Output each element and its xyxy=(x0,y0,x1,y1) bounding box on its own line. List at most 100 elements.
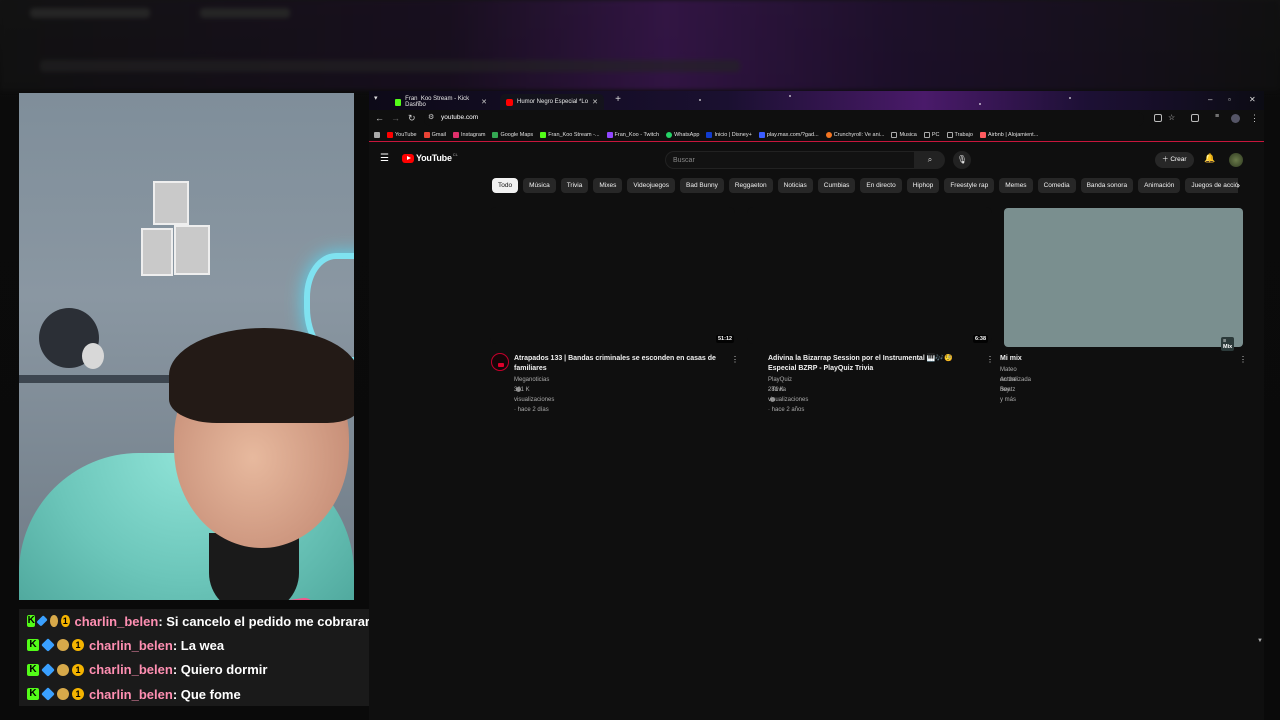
bookmark-instagram[interactable]: Instagram xyxy=(453,131,485,138)
close-window-icon[interactable]: ✕ xyxy=(1249,95,1256,104)
bookmark-twitch[interactable]: Fran_Koo - Twitch xyxy=(606,131,659,138)
gmail-icon xyxy=(423,131,430,138)
maximize-icon[interactable]: ▫ xyxy=(1228,95,1231,104)
scroll-down-icon[interactable]: ▼ xyxy=(1257,638,1263,644)
more-options-icon[interactable]: ⋮ xyxy=(731,355,739,364)
tab-kick-dashboard[interactable]: Fran_Koo Stream - Kick Dashbo ✕ xyxy=(389,94,493,110)
folder-trabajo[interactable]: Trabajo xyxy=(946,131,973,138)
figure-box xyxy=(174,225,210,275)
kick-badge-icon: K xyxy=(27,688,39,701)
account-avatar[interactable] xyxy=(1229,153,1243,167)
more-options-icon[interactable]: ⋮ xyxy=(986,355,994,364)
bookmark-airbnb[interactable]: Airbnb | Alojamient... xyxy=(979,131,1038,138)
video-title[interactable]: Adivina la Bizarrap Session por el Instr… xyxy=(768,354,963,373)
search-box xyxy=(665,151,915,169)
video-title[interactable]: Atrapados 133 | Bandas criminales se esc… xyxy=(514,354,724,373)
bookmark-star-icon[interactable]: ☆ xyxy=(1168,113,1175,122)
chip[interactable]: En directo xyxy=(860,178,902,193)
chevron-right-icon[interactable]: › xyxy=(1237,180,1240,190)
coin-badge-icon: 1 xyxy=(61,615,70,628)
mix-thumbnail[interactable] xyxy=(1004,208,1243,347)
notifications-bell-icon[interactable]: 🔔 xyxy=(1204,153,1215,164)
video-thumbnail[interactable] xyxy=(747,207,992,344)
video-title[interactable]: Mi mix xyxy=(1000,354,1220,364)
folder-musica[interactable]: Musica xyxy=(891,131,917,138)
tab-groups-icon[interactable]: ≡ xyxy=(1215,113,1219,120)
new-tab-button[interactable]: + xyxy=(612,94,624,105)
bookmark-kick-stream[interactable]: Fran_Koo Stream -... xyxy=(540,131,600,138)
site-info-icon[interactable]: ⚙ xyxy=(428,113,434,121)
chip[interactable]: Reggaeton xyxy=(728,178,773,193)
folder-icon xyxy=(923,131,930,138)
bookmark-google-maps[interactable]: Google Maps xyxy=(492,131,533,138)
mix-badge: ≡ Mix xyxy=(1221,337,1235,351)
maps-icon xyxy=(492,131,499,138)
address-bar[interactable]: ⚙ youtube.com xyxy=(424,112,1144,126)
profile-avatar[interactable] xyxy=(1231,114,1240,123)
chat-username: charlin_belen xyxy=(89,686,173,702)
airbnb-icon xyxy=(979,131,986,138)
forward-icon[interactable]: → xyxy=(391,113,400,123)
chip[interactable]: Mixes xyxy=(593,178,623,193)
chip[interactable]: Noticias xyxy=(777,178,813,193)
browser-window: ▾ Fran_Koo Stream - Kick Dashbo ✕ Humor … xyxy=(369,91,1264,720)
chip[interactable]: Bad Bunny xyxy=(680,178,724,193)
tab-search-icon[interactable]: ▾ xyxy=(374,94,378,102)
browser-toolbar: ← → ↻ ⚙ youtube.com ☆ ≡ ⋮ xyxy=(369,110,1264,128)
chat-message: K 1 charlin_belen : La wea xyxy=(19,633,370,658)
chip[interactable]: Animación xyxy=(1138,178,1181,193)
bookmark-max[interactable]: play.max.com/?gad... xyxy=(758,131,819,138)
video-stats: 301 K visualizaciones · hace 2 días xyxy=(514,387,555,413)
search-icon[interactable]: ⌕ xyxy=(915,151,945,169)
more-options-icon[interactable]: ⋮ xyxy=(1239,355,1247,364)
bookmark-youtube[interactable]: YouTube xyxy=(387,131,417,138)
close-tab-icon[interactable]: ✕ xyxy=(592,98,598,106)
gift-badge-icon xyxy=(57,639,69,652)
chat-text: : Si cancelo el pedido me cobrarar xyxy=(158,613,370,629)
chip[interactable]: Comedia xyxy=(1037,178,1076,193)
chip[interactable]: Hiphop xyxy=(906,178,940,193)
chip[interactable]: Música xyxy=(523,178,556,193)
chip[interactable]: Memes xyxy=(999,178,1033,193)
stream-canvas: K 1 charlin_belen : Si cancelo el pedido… xyxy=(0,0,1280,720)
channel-avatar[interactable] xyxy=(491,353,509,371)
extensions-icon[interactable] xyxy=(1191,114,1199,122)
back-icon[interactable]: ← xyxy=(375,113,384,123)
chip[interactable]: Freestyle rap xyxy=(944,178,995,193)
microphone-icon[interactable]: 🎙 xyxy=(953,151,971,169)
chip[interactable]: Trivia xyxy=(560,178,589,193)
chip[interactable]: Banda sonora xyxy=(1080,178,1134,193)
kick-favicon-icon xyxy=(395,98,402,106)
chip[interactable]: Videojuegos xyxy=(627,178,676,193)
create-button[interactable]: ＋ Crear xyxy=(1155,152,1194,168)
hamburger-menu-icon[interactable]: ☰ xyxy=(380,153,389,164)
install-app-icon[interactable] xyxy=(1154,114,1162,122)
reload-icon[interactable]: ↻ xyxy=(408,113,416,124)
browser-menu-icon[interactable]: ⋮ xyxy=(1250,113,1259,124)
search-input[interactable] xyxy=(666,152,914,168)
bookmark-gmail[interactable]: Gmail xyxy=(423,131,446,138)
bookmark-crunchyroll[interactable]: Crunchyroll: Ve ani... xyxy=(825,131,884,138)
close-tab-icon[interactable]: ✕ xyxy=(481,98,487,106)
background-desktop-blur xyxy=(0,0,1280,90)
minimize-icon[interactable]: – xyxy=(1208,95,1212,104)
apps-grid-icon[interactable] xyxy=(374,131,380,138)
webcam-feed xyxy=(19,93,354,600)
chat-username: charlin_belen xyxy=(89,637,173,653)
kick-badge-icon: K xyxy=(27,639,39,652)
bookmark-whatsapp[interactable]: WhatsApp xyxy=(666,131,699,138)
chip[interactable]: Juegos de acción xyxy=(1185,178,1238,193)
filter-chips: Todo Música Trivia Mixes Videojuegos Bad… xyxy=(492,178,1238,194)
folder-icon xyxy=(891,131,898,138)
youtube-page: ☰ YouTube CL ⌕ 🎙 ＋ Crear 🔔 Todo Música T… xyxy=(369,143,1264,720)
chip[interactable]: Todo xyxy=(492,178,519,193)
video-thumbnail[interactable] xyxy=(490,207,735,344)
youtube-logo[interactable]: YouTube CL xyxy=(402,152,458,163)
video-stats: Actualizada hoy xyxy=(1000,377,1032,393)
chip[interactable]: Cumbias xyxy=(817,178,856,193)
kick-badge-icon: K xyxy=(27,663,39,676)
disney-icon xyxy=(706,131,713,138)
tab-youtube[interactable]: Humor Negro Especial *Lo ✕ xyxy=(500,94,604,110)
bookmark-disney[interactable]: Inicio | Disney+ xyxy=(706,131,752,138)
folder-pc[interactable]: PC xyxy=(923,131,940,138)
